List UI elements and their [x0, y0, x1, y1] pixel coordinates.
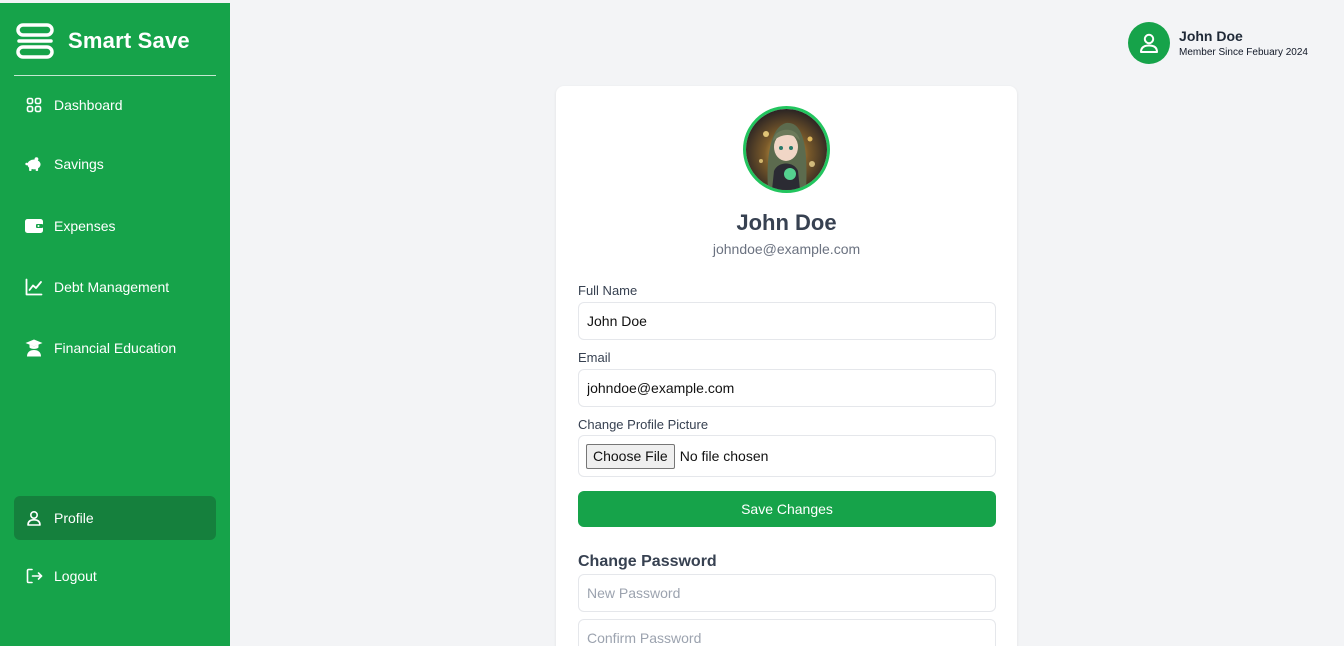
sidebar-item-label: Expenses: [54, 218, 116, 234]
choose-file-button[interactable]: Choose File: [586, 443, 675, 469]
logout-icon: [25, 567, 43, 585]
logo-icon: [16, 23, 54, 59]
wallet-icon: [25, 217, 43, 235]
sidebar-item-logout[interactable]: Logout: [14, 554, 216, 598]
profile-email: johndoe@example.com: [712, 241, 861, 257]
sidebar-item-savings[interactable]: Savings: [14, 142, 216, 186]
full-name-label: Full Name: [578, 283, 638, 298]
app-title: Smart Save: [68, 28, 190, 53]
user-chip[interactable]: John Doe Member Since Febuary 2024: [1128, 22, 1308, 64]
change-password-title: Change Password: [578, 553, 717, 570]
new-password-input[interactable]: [578, 574, 996, 612]
sidebar-item-financial-education[interactable]: Financial Education: [14, 326, 216, 370]
file-input: Choose File No file chosen: [578, 435, 996, 477]
member-since: Member Since Febuary 2024: [1179, 47, 1308, 58]
sidebar-item-profile[interactable]: Profile: [14, 496, 216, 540]
save-changes-button[interactable]: Save Changes: [578, 491, 996, 527]
sidebar-item-label: Debt Management: [54, 279, 170, 295]
sidebar: Smart Save Dashboard Savings Expenses De…: [0, 3, 230, 646]
full-name-input[interactable]: [578, 302, 996, 340]
sidebar-item-expenses[interactable]: Expenses: [14, 204, 216, 248]
profile-avatar: [743, 106, 830, 193]
sidebar-item-debt-management[interactable]: Debt Management: [14, 265, 216, 309]
sidebar-item-label: Savings: [54, 156, 104, 172]
chart-line-icon: [25, 278, 43, 296]
sidebar-item-label: Profile: [54, 510, 94, 526]
file-status: No file chosen: [679, 448, 769, 464]
email-label: Email: [578, 350, 611, 365]
brand[interactable]: Smart Save: [16, 23, 190, 59]
sidebar-divider: [14, 75, 216, 76]
header-user-name: John Doe: [1179, 28, 1243, 44]
sidebar-item-label: Dashboard: [54, 97, 123, 113]
avatar: [1128, 22, 1171, 64]
email-input[interactable]: [578, 369, 996, 407]
sidebar-item-label: Financial Education: [54, 340, 177, 356]
profile-name: John Doe: [736, 210, 837, 235]
user-icon: [25, 509, 43, 527]
profile-picture-label: Change Profile Picture: [578, 417, 709, 432]
graduate-icon: [25, 339, 43, 357]
profile-card: John Doe johndoe@example.com Full Name E…: [556, 86, 1017, 646]
sidebar-item-label: Logout: [54, 568, 97, 584]
piggy-bank-icon: [25, 155, 43, 173]
grid-icon: [25, 96, 43, 114]
confirm-password-input[interactable]: [578, 619, 996, 646]
sidebar-item-dashboard[interactable]: Dashboard: [14, 83, 216, 127]
